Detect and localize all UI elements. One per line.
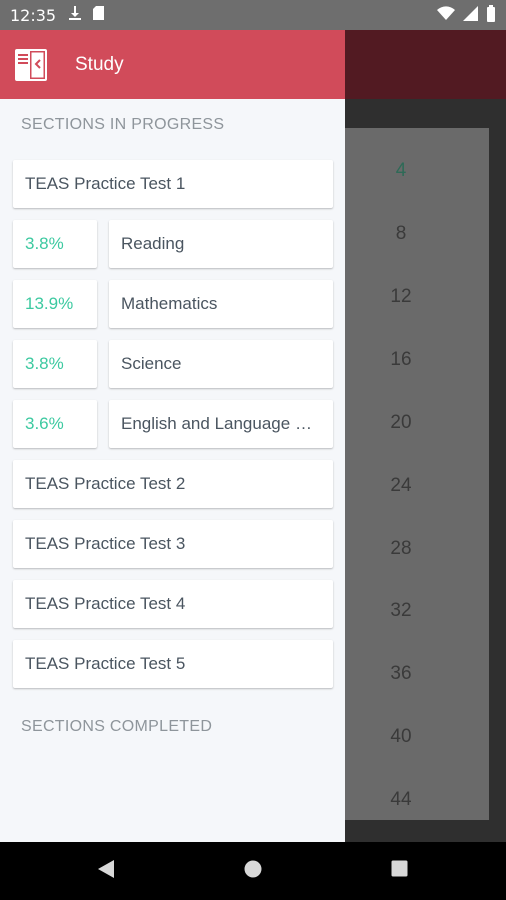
home-circle-icon: [244, 860, 262, 883]
section-percent[interactable]: 3.6%: [13, 400, 97, 448]
test-row[interactable]: TEAS Practice Test 2: [13, 460, 333, 508]
background-number: 36: [390, 663, 412, 684]
background-number: 32: [390, 600, 412, 621]
status-time: 12:35: [10, 5, 57, 25]
background-number: 12: [390, 286, 412, 307]
test-name: TEAS Practice Test 1: [25, 174, 186, 193]
test-name: TEAS Practice Test 5: [25, 654, 186, 673]
recents-button[interactable]: [369, 842, 429, 900]
test-item-1[interactable]: TEAS Practice Test 1: [13, 160, 333, 208]
percent-value: 3.8%: [25, 234, 64, 253]
percent-value: 3.6%: [25, 414, 64, 433]
section-name: English and Language Usage: [121, 414, 333, 433]
navigation-drawer: Study SECTIONS IN PROGRESS TEAS Practice…: [0, 30, 345, 842]
test-item-4[interactable]: TEAS Practice Test 4: [13, 580, 333, 628]
section-name: Science: [121, 354, 182, 373]
section-completed-label: SECTIONS COMPLETED: [21, 718, 213, 735]
section-row[interactable]: 3.8% Science: [13, 340, 333, 388]
recents-square-icon: [391, 860, 408, 882]
background-question-list[interactable]: [345, 128, 489, 820]
section-row[interactable]: 3.8% Reading: [13, 220, 333, 268]
section-item-mathematics[interactable]: Mathematics: [109, 280, 333, 328]
back-button[interactable]: [76, 842, 136, 900]
section-percent[interactable]: 3.8%: [13, 220, 97, 268]
test-row[interactable]: TEAS Practice Test 5: [13, 640, 333, 688]
download-icon: [68, 5, 82, 25]
sd-card-icon: [92, 5, 105, 25]
background-number: 8: [395, 223, 407, 244]
test-row[interactable]: TEAS Practice Test 4: [13, 580, 333, 628]
back-triangle-icon: [97, 859, 115, 884]
drawer-header: Study: [0, 30, 345, 99]
test-item-2[interactable]: TEAS Practice Test 2: [13, 460, 333, 508]
test-name: TEAS Practice Test 3: [25, 534, 186, 553]
section-item-science[interactable]: Science: [109, 340, 333, 388]
system-nav-bar: [0, 842, 506, 900]
test-item-3[interactable]: TEAS Practice Test 3: [13, 520, 333, 568]
signal-icon: [463, 5, 478, 25]
section-percent[interactable]: 13.9%: [13, 280, 97, 328]
section-item-reading[interactable]: Reading: [109, 220, 333, 268]
section-in-progress-label: SECTIONS IN PROGRESS: [21, 116, 225, 133]
test-name: TEAS Practice Test 2: [25, 474, 186, 493]
background-number: 44: [390, 789, 412, 810]
status-bar: 12:35: [0, 0, 506, 30]
test-row[interactable]: TEAS Practice Test 3: [13, 520, 333, 568]
section-name: Mathematics: [121, 294, 218, 313]
test-name: TEAS Practice Test 4: [25, 594, 186, 613]
percent-value: 13.9%: [25, 294, 74, 313]
section-item-english[interactable]: English and Language Usage: [109, 400, 333, 448]
section-percent[interactable]: 3.8%: [13, 340, 97, 388]
background-number: 24: [390, 475, 412, 496]
study-book-icon: [14, 48, 48, 82]
battery-icon: [486, 4, 496, 26]
wifi-icon: [437, 5, 455, 25]
home-button[interactable]: [223, 842, 283, 900]
background-number: 16: [390, 349, 412, 370]
drawer-title: Study: [75, 53, 124, 75]
background-number: 40: [390, 726, 412, 747]
test-row[interactable]: TEAS Practice Test 1: [13, 160, 333, 208]
background-number: 4: [395, 160, 407, 181]
section-row[interactable]: 3.6% English and Language Usage: [13, 400, 333, 448]
section-row[interactable]: 13.9% Mathematics: [13, 280, 333, 328]
section-name: Reading: [121, 234, 185, 253]
percent-value: 3.8%: [25, 354, 64, 373]
background-app-bar: [345, 30, 506, 99]
test-item-5[interactable]: TEAS Practice Test 5: [13, 640, 333, 688]
background-number: 20: [390, 412, 412, 433]
background-number: 28: [390, 538, 412, 559]
